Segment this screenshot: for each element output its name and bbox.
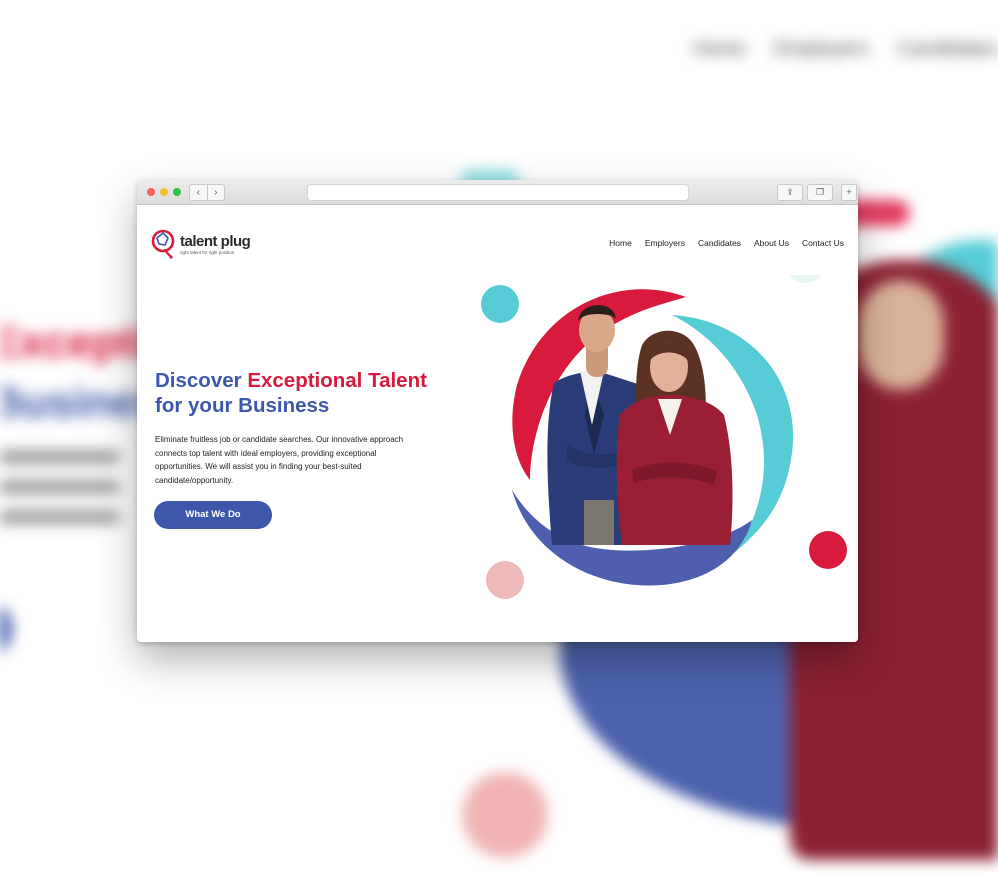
logo[interactable]: talent plug right talent for right posit… (151, 229, 251, 259)
hero-title-accent: Exceptional Talent (247, 369, 427, 392)
hero-title-line2: for your Business (155, 394, 330, 417)
logo-name: talent plug (180, 232, 251, 250)
background-nav-item: Home (692, 38, 747, 60)
zoom-window-button[interactable] (173, 188, 181, 196)
background-shape (462, 772, 548, 858)
what-we-do-button[interactable]: What We Do (154, 501, 272, 529)
nav-home[interactable]: Home (609, 238, 632, 248)
logo-tagline: right talent for right position (180, 249, 235, 255)
decor-circle-pink (486, 561, 524, 599)
chevron-left-icon[interactable]: ‹ (189, 184, 208, 201)
nav-contact-us[interactable]: Contact Us (802, 238, 844, 248)
nav-employers[interactable]: Employers (645, 238, 685, 248)
nav-about-us[interactable]: About Us (754, 238, 789, 248)
chevron-right-icon[interactable]: › (207, 184, 225, 201)
hero-illustration (481, 275, 847, 599)
close-window-button[interactable] (147, 188, 155, 196)
background-nav-item: Candidates (896, 38, 998, 60)
background-text-lines (0, 450, 120, 540)
hero-description: Eliminate fruitless job or candidate sea… (155, 435, 404, 485)
decor-circle-mint (789, 275, 821, 283)
browser-window: ‹ › ⇪ ❐ + talent plug right talent for r… (137, 180, 858, 642)
minimize-window-button[interactable] (160, 188, 168, 196)
nav-candidates[interactable]: Candidates (698, 238, 741, 248)
woman-figure (616, 330, 733, 545)
address-bar[interactable] (307, 184, 689, 201)
browser-toolbar: ‹ › ⇪ ❐ + (137, 180, 858, 205)
background-button (0, 598, 12, 660)
plus-icon[interactable]: + (841, 184, 857, 201)
web-page: talent plug right talent for right posit… (137, 205, 858, 642)
tabs-icon[interactable]: ❐ (807, 184, 833, 201)
background-nav-item: Employers (774, 38, 869, 60)
history-buttons: ‹ › (189, 184, 225, 201)
hero-title: Discover Exceptional Talent for your Bus… (155, 368, 427, 418)
background-nav: Home Employers Candidates (693, 38, 998, 61)
decor-circle-red (809, 531, 847, 569)
share-icon[interactable]: ⇪ (777, 184, 803, 201)
decor-circle-teal (481, 285, 519, 323)
main-nav: Home Employers Candidates About Us Conta… (609, 238, 844, 248)
background-person-face (858, 280, 944, 390)
hero-title-part1: Discover (155, 369, 248, 392)
logo-mark-icon (151, 229, 175, 259)
